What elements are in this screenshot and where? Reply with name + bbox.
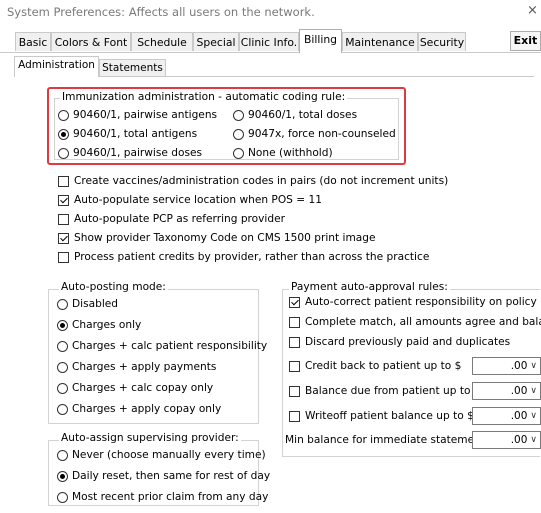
tab-colors-font[interactable]: Colors & Font: [51, 32, 131, 51]
tab-security[interactable]: Security: [418, 32, 466, 51]
radio-button[interactable]: [58, 147, 69, 159]
checkbox[interactable]: [289, 410, 300, 422]
radio-button-selected[interactable]: [57, 470, 68, 482]
tab-clinic-info[interactable]: Clinic Info.: [239, 32, 299, 51]
writeoff-amount-select[interactable]: .00 ∨: [472, 407, 541, 425]
immunization-option-total-doses[interactable]: 90460/1, total doses: [233, 109, 357, 121]
immunization-option-total-antigens[interactable]: 90460/1, total antigens: [58, 128, 197, 140]
min-balance-label: Min balance for immediate statement: [285, 434, 486, 446]
checkbox[interactable]: [58, 175, 69, 187]
checkbox[interactable]: [289, 316, 300, 328]
complete-match-checkbox[interactable]: Complete match, all amounts agree and ba…: [289, 316, 541, 328]
show-taxonomy-code-checkbox[interactable]: Show provider Taxonomy Code on CMS 1500 …: [58, 232, 376, 244]
checkbox-checked[interactable]: [58, 194, 69, 206]
checkbox[interactable]: [58, 251, 69, 263]
discard-duplicates-checkbox[interactable]: Discard previously paid and duplicates: [289, 336, 510, 348]
tab-special[interactable]: Special: [193, 32, 239, 51]
auto-correct-responsibility-checkbox[interactable]: Auto-correct patient responsibility on p…: [289, 296, 537, 308]
radio-button[interactable]: [233, 128, 244, 140]
chevron-down-icon[interactable]: ∨: [530, 411, 537, 421]
radio-button[interactable]: [57, 298, 68, 310]
auto-posting-charges-calc-patient[interactable]: Charges + calc patient responsibility: [57, 340, 267, 352]
radio-button[interactable]: [57, 340, 68, 352]
immunization-option-pairwise-doses[interactable]: 90460/1, pairwise doses: [58, 147, 202, 159]
credit-back-amount-select[interactable]: .00 ∨: [472, 357, 541, 375]
radio-button[interactable]: [57, 491, 68, 503]
immunization-option-pairwise-antigens[interactable]: 90460/1, pairwise antigens: [58, 109, 217, 121]
radio-button[interactable]: [58, 109, 69, 121]
auto-posting-disabled[interactable]: Disabled: [57, 298, 118, 310]
chevron-down-icon[interactable]: ∨: [530, 361, 537, 371]
auto-posting-charges-only[interactable]: Charges only: [57, 319, 141, 331]
credit-back-checkbox[interactable]: Credit back to patient up to $: [289, 360, 461, 372]
radio-button[interactable]: [233, 109, 244, 121]
chevron-down-icon[interactable]: ∨: [530, 386, 537, 396]
supervising-never[interactable]: Never (choose manually every time): [57, 449, 266, 461]
exit-button[interactable]: Exit: [510, 31, 541, 51]
create-vaccines-pairs-checkbox[interactable]: Create vaccines/administration codes in …: [58, 175, 448, 187]
balance-due-amount-select[interactable]: .00 ∨: [472, 382, 541, 400]
sub-tab-bar: Administration Statements: [14, 56, 534, 77]
tab-basic[interactable]: Basic: [15, 32, 51, 51]
immunization-option-force-non-counseled[interactable]: 9047x, force non-counseled: [233, 128, 396, 140]
checkbox[interactable]: [289, 385, 300, 397]
balance-due-checkbox[interactable]: Balance due from patient up to $: [289, 385, 481, 397]
auto-populate-pcp-checkbox[interactable]: Auto-populate PCP as referring provider: [58, 213, 285, 225]
auto-posting-legend: Auto-posting mode:: [59, 281, 168, 293]
radio-button-selected[interactable]: [57, 319, 68, 331]
checkbox-checked[interactable]: [58, 232, 69, 244]
tab-maintenance[interactable]: Maintenance: [342, 32, 418, 51]
tab-administration[interactable]: Administration: [14, 56, 99, 77]
checkbox[interactable]: [289, 360, 300, 372]
radio-button-selected[interactable]: [58, 128, 69, 140]
process-credits-by-provider-checkbox[interactable]: Process patient credits by provider, rat…: [58, 251, 429, 263]
auto-posting-charges-apply-copay[interactable]: Charges + apply copay only: [57, 403, 221, 415]
supervising-provider-legend: Auto-assign supervising provider:: [59, 432, 241, 444]
min-balance-select[interactable]: .00 ∨: [472, 431, 541, 449]
tab-statements[interactable]: Statements: [99, 59, 166, 76]
auto-populate-service-location-checkbox[interactable]: Auto-populate service location when POS …: [58, 194, 322, 206]
radio-button[interactable]: [57, 449, 68, 461]
checkbox-checked[interactable]: [289, 296, 300, 308]
immunization-option-none[interactable]: None (withhold): [233, 147, 333, 159]
checkbox[interactable]: [289, 336, 300, 348]
supervising-most-recent[interactable]: Most recent prior claim from any day: [57, 491, 268, 503]
radio-button[interactable]: [233, 147, 244, 159]
main-tab-bar: Basic Colors & Font Schedule Special Cli…: [0, 29, 541, 53]
radio-button[interactable]: [57, 361, 68, 373]
payment-approval-legend: Payment auto-approval rules:: [289, 281, 450, 293]
checkbox[interactable]: [58, 213, 69, 225]
chevron-down-icon[interactable]: ∨: [530, 435, 537, 445]
close-icon[interactable]: ×: [527, 3, 538, 18]
tab-billing[interactable]: Billing: [299, 29, 342, 53]
auto-posting-charges-apply-payments[interactable]: Charges + apply payments: [57, 361, 216, 373]
supervising-daily-reset[interactable]: Daily reset, then same for rest of day: [57, 470, 270, 482]
window-title: System Preferences: Affects all users on…: [7, 5, 315, 19]
radio-button[interactable]: [57, 382, 68, 394]
auto-posting-charges-calc-copay[interactable]: Charges + calc copay only: [57, 382, 213, 394]
writeoff-balance-checkbox[interactable]: Writeoff patient balance up to $: [289, 410, 474, 422]
radio-button[interactable]: [57, 403, 68, 415]
tab-schedule[interactable]: Schedule: [131, 32, 193, 51]
